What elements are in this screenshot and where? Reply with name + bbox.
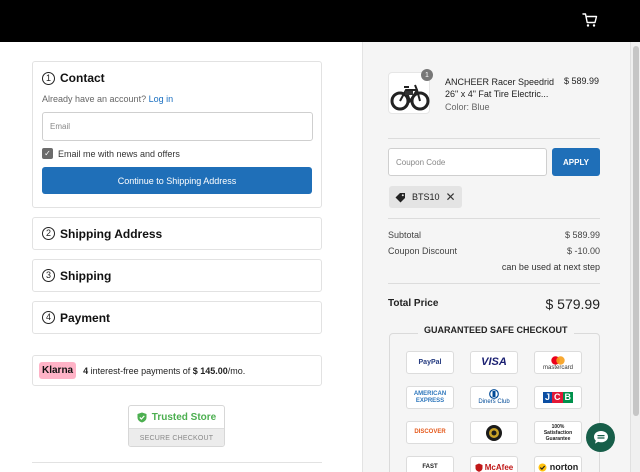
account-prompt: Already have an account? Log in bbox=[42, 94, 312, 104]
shipping-address-title: Shipping Address bbox=[60, 226, 163, 241]
email-field[interactable] bbox=[42, 112, 313, 141]
newsletter-option[interactable]: ✓ Email me with news and offers bbox=[42, 148, 312, 159]
total-label: Total Price bbox=[388, 298, 439, 309]
apply-coupon-button[interactable]: APPLY bbox=[552, 148, 600, 176]
step-number: 4 bbox=[42, 311, 55, 324]
trusted-store-top: Trusted Store bbox=[129, 406, 224, 428]
discount-note: can be used at next step bbox=[501, 262, 600, 272]
klarna-text: interest-free payments of bbox=[90, 365, 191, 376]
guarantee-seal-logo bbox=[470, 421, 518, 444]
product-name: ANCHEER Racer Speedrid 26" x 4" Fat Tire… bbox=[445, 77, 555, 99]
contact-header: 1 Contact bbox=[42, 71, 312, 85]
fast-shipping-logo: FAST bbox=[406, 456, 454, 472]
payment-section[interactable]: 4 Payment bbox=[32, 301, 322, 334]
chat-button[interactable] bbox=[586, 423, 615, 452]
discount-label: Coupon Discount bbox=[388, 246, 458, 256]
klarna-message: 4 interest-free payments of $ 145.00/mo. bbox=[83, 366, 245, 376]
diners-club-label: Diners Club bbox=[478, 399, 510, 405]
tag-icon bbox=[395, 192, 405, 202]
applied-coupon-code: BTS10 bbox=[412, 192, 440, 202]
mcafee-shield-icon bbox=[475, 463, 483, 472]
total-value: $ 579.99 bbox=[545, 296, 601, 312]
norton-label: norton bbox=[549, 462, 579, 472]
remove-coupon-icon[interactable]: ✕ bbox=[446, 191, 456, 203]
satisfaction-guarantee-logo: 100% Satisfaction Guarantee bbox=[534, 421, 582, 444]
step-number: 1 bbox=[42, 71, 55, 85]
newsletter-checkbox[interactable]: ✓ bbox=[42, 148, 53, 159]
jcb-letter-c: C bbox=[552, 392, 563, 403]
diners-club-icon bbox=[489, 389, 499, 399]
shield-check-icon bbox=[137, 412, 147, 422]
klarna-banner: Klarna 4 interest-free payments of $ 145… bbox=[32, 355, 322, 386]
top-bar bbox=[0, 0, 640, 42]
discount-row: Coupon Discount $ -10.00 bbox=[388, 246, 600, 256]
quantity-badge: 1 bbox=[421, 69, 433, 81]
payment-title: Payment bbox=[60, 310, 111, 325]
klarna-suffix: /mo. bbox=[227, 365, 246, 376]
divider bbox=[388, 283, 600, 284]
divider bbox=[32, 462, 322, 463]
subtotal-row: Subtotal $ 589.99 bbox=[388, 230, 600, 240]
step-number: 2 bbox=[42, 227, 55, 240]
subtotal-label: Subtotal bbox=[388, 230, 422, 240]
payment-header: 4 Payment bbox=[42, 311, 110, 325]
account-prompt-text: Already have an account? bbox=[42, 94, 147, 104]
visa-logo: VISA bbox=[470, 351, 518, 374]
login-link[interactable]: Log in bbox=[149, 94, 174, 104]
klarna-logo: Klarna bbox=[39, 362, 77, 379]
amex-logo: AMERICAN EXPRESS bbox=[406, 386, 454, 409]
continue-to-shipping-button[interactable]: Continue to Shipping Address bbox=[42, 167, 312, 194]
chat-bubble-icon bbox=[593, 431, 608, 444]
divider bbox=[388, 218, 600, 219]
step-number: 3 bbox=[42, 269, 55, 282]
mastercard-circles-icon bbox=[551, 355, 565, 365]
product-price: $ 589.99 bbox=[564, 76, 600, 86]
secure-checkout-label: SECURE CHECKOUT bbox=[129, 428, 224, 446]
trusted-store-badge[interactable]: Trusted Store SECURE CHECKOUT bbox=[128, 405, 225, 447]
klarna-count: 4 bbox=[83, 365, 89, 376]
jcb-logo: JCB bbox=[534, 386, 582, 409]
scrollbar[interactable] bbox=[630, 42, 640, 472]
mastercard-logo: mastercard bbox=[534, 351, 582, 374]
seal-icon bbox=[486, 424, 502, 441]
subtotal-value: $ 589.99 bbox=[564, 230, 600, 240]
mcafee-label: McAfee bbox=[484, 463, 514, 472]
guarantee-title: GUARANTEED SAFE CHECKOUT bbox=[418, 325, 574, 335]
shipping-address-header: 2 Shipping Address bbox=[42, 227, 162, 241]
mcafee-logo: McAfee bbox=[470, 456, 518, 472]
diners-club-logo: Diners Club bbox=[470, 386, 518, 409]
shipping-address-section[interactable]: 2 Shipping Address bbox=[32, 217, 322, 250]
paypal-logo: PayPal bbox=[406, 351, 454, 374]
applied-coupon-tag: BTS10 ✕ bbox=[389, 186, 462, 208]
norton-logo: norton bbox=[534, 456, 582, 472]
jcb-letter-j: J bbox=[542, 392, 552, 403]
shipping-section[interactable]: 3 Shipping bbox=[32, 259, 322, 292]
product-color: Color: Blue bbox=[445, 102, 490, 112]
contact-section: 1 Contact Already have an account? Log i… bbox=[32, 61, 322, 208]
contact-title: Contact bbox=[60, 71, 105, 85]
jcb-letter-b: B bbox=[562, 392, 573, 403]
klarna-amount: $ 145.00 bbox=[192, 365, 228, 376]
discount-value: $ -10.00 bbox=[566, 246, 600, 256]
trusted-store-title: Trusted Store bbox=[151, 411, 217, 423]
shipping-header: 3 Shipping bbox=[42, 269, 111, 283]
scrollbar-thumb[interactable] bbox=[633, 46, 639, 416]
shipping-title: Shipping bbox=[60, 268, 112, 283]
cart-icon[interactable] bbox=[582, 12, 598, 28]
mastercard-label: mastercard bbox=[542, 364, 573, 371]
divider bbox=[388, 138, 600, 139]
coupon-code-input[interactable] bbox=[388, 148, 547, 176]
norton-check-icon bbox=[538, 463, 547, 472]
discover-logo: DISCOVER bbox=[406, 421, 454, 444]
newsletter-label: Email me with news and offers bbox=[58, 148, 180, 159]
